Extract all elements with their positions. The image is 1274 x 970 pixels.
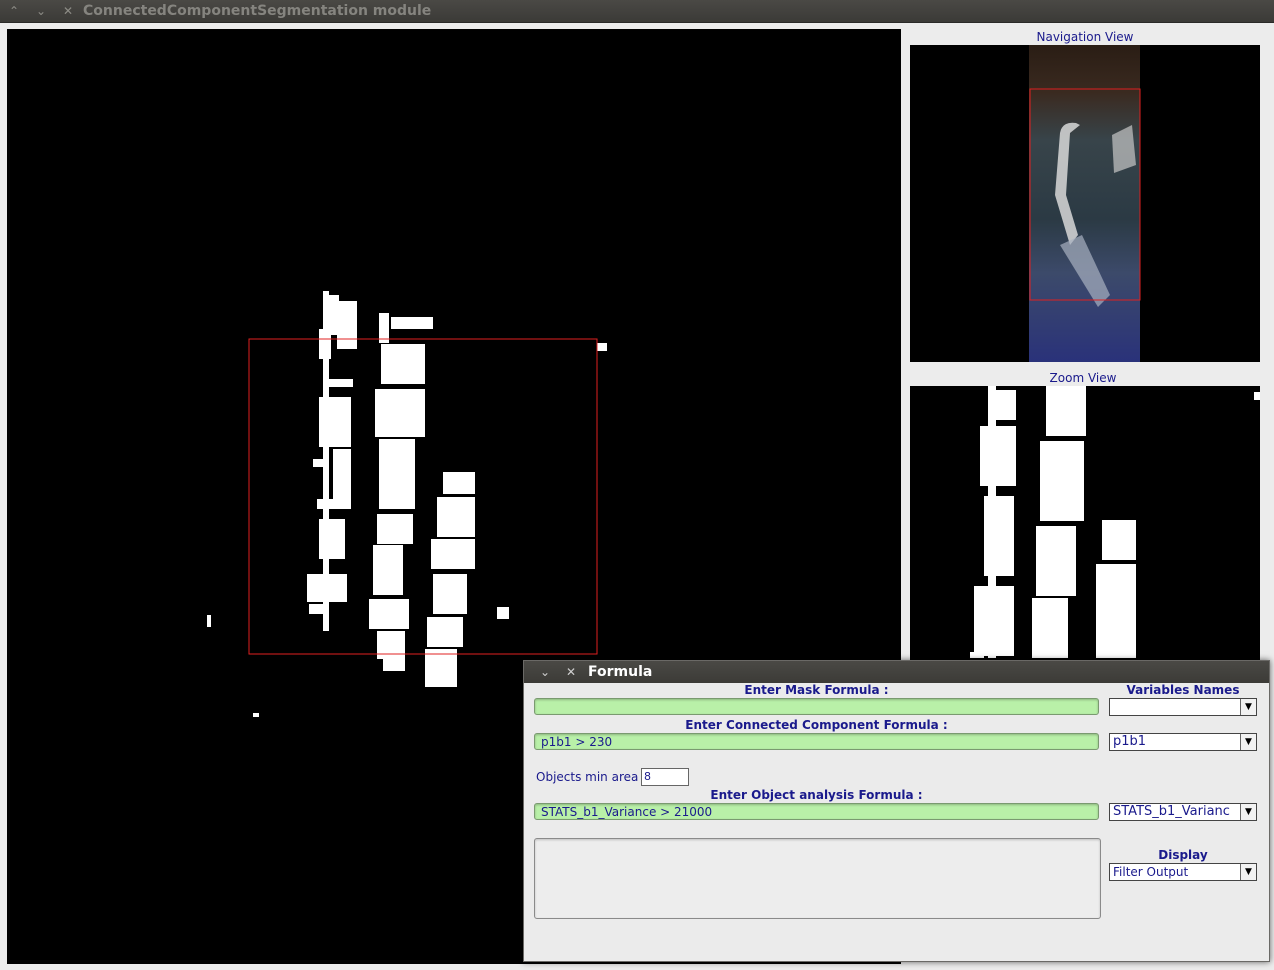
dropdown-arrow-icon[interactable]: ▼ bbox=[1240, 804, 1256, 820]
cc-formula-input[interactable]: p1b1 > 230 bbox=[534, 733, 1099, 750]
display-selected: Filter Output bbox=[1113, 865, 1189, 879]
minimize-icon[interactable]: ⌃ bbox=[6, 3, 22, 19]
zoom-view[interactable] bbox=[910, 386, 1260, 666]
formula-dialog: ⌄ ✕ Formula Enter Mask Formula : Variabl… bbox=[523, 660, 1270, 962]
zoom-segmentation-blobs bbox=[970, 386, 1260, 658]
dropdown-arrow-icon[interactable]: ▼ bbox=[1240, 699, 1256, 715]
display-label: Display bbox=[1158, 848, 1208, 862]
display-select[interactable]: Filter Output ▼ bbox=[1109, 863, 1257, 881]
navigation-view-label: Navigation View bbox=[1036, 30, 1134, 44]
dropdown-arrow-icon[interactable]: ▼ bbox=[1240, 734, 1256, 750]
dropdown-arrow-icon[interactable]: ▼ bbox=[1240, 864, 1256, 880]
obj-formula-input[interactable]: STATS_b1_Variance > 21000 bbox=[534, 803, 1099, 820]
close-icon[interactable]: ✕ bbox=[564, 664, 578, 680]
min-area-input[interactable]: 8 bbox=[641, 768, 689, 786]
close-icon[interactable]: ✕ bbox=[60, 3, 76, 19]
cc-variables-selected: p1b1 bbox=[1113, 734, 1147, 749]
chevron-down-icon[interactable]: ⌄ bbox=[538, 664, 552, 680]
obj-formula-label: Enter Object analysis Formula : bbox=[710, 788, 923, 802]
min-area-label: Objects min area : bbox=[536, 770, 647, 784]
obj-variables-selected: STATS_b1_Varianc bbox=[1113, 804, 1230, 819]
mask-formula-label: Enter Mask Formula : bbox=[744, 683, 889, 697]
window-titlebar: ⌃ ⌄ ✕ ConnectedComponentSegmentation mod… bbox=[0, 0, 1274, 23]
obj-variables-select[interactable]: STATS_b1_Varianc ▼ bbox=[1109, 803, 1257, 821]
window-title: ConnectedComponentSegmentation module bbox=[83, 3, 432, 19]
zoom-view-label: Zoom View bbox=[1049, 371, 1117, 385]
variables-names-label: Variables Names bbox=[1126, 683, 1240, 697]
output-text-area[interactable] bbox=[534, 838, 1101, 919]
mask-formula-input[interactable] bbox=[534, 698, 1099, 715]
roi-rectangle[interactable] bbox=[248, 338, 598, 655]
formula-dialog-titlebar: ⌄ ✕ Formula bbox=[524, 661, 1269, 683]
cc-formula-label: Enter Connected Component Formula : bbox=[685, 718, 948, 732]
maximize-icon[interactable]: ⌄ bbox=[33, 3, 49, 19]
zoom-view-canvas bbox=[970, 386, 1260, 658]
navigation-view-canvas bbox=[1029, 45, 1141, 362]
cc-variables-select[interactable]: p1b1 ▼ bbox=[1109, 733, 1257, 751]
segmentation-blobs bbox=[207, 291, 607, 717]
navigation-view[interactable] bbox=[910, 45, 1260, 362]
mask-variables-select[interactable]: ▼ bbox=[1109, 698, 1257, 716]
formula-dialog-title: Formula bbox=[588, 664, 653, 680]
navigation-image bbox=[1029, 45, 1140, 362]
